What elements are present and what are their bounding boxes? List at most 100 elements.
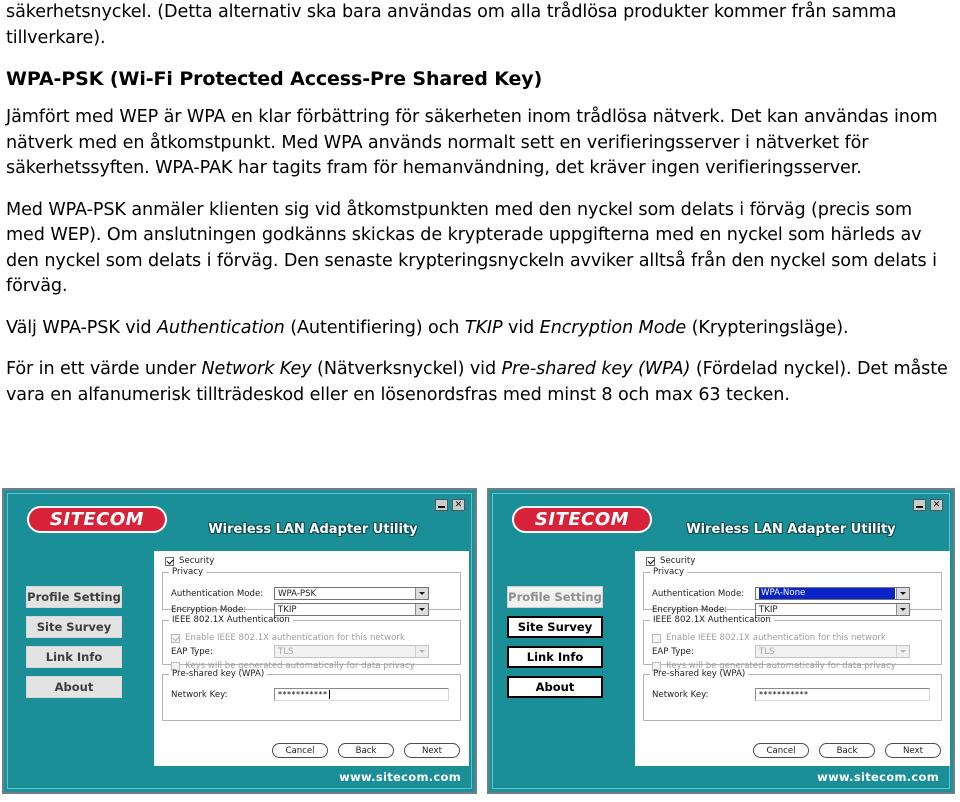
network-key-label: Network Key:: [652, 689, 709, 700]
encryption-mode-value: TKIP: [759, 604, 778, 615]
authentication-mode-row: Authentication Mode: WPA-None: [652, 587, 910, 600]
footer-url: www.sitecom.com: [817, 770, 939, 784]
screenshot-left: ✕ SITECOM Wireless LAN Adapter Utility P…: [2, 488, 477, 794]
screenshot-figures: ✕ SITECOM Wireless LAN Adapter Utility P…: [0, 488, 960, 802]
pre-shared-key-group: Pre-shared key (WPA) Network Key: ******…: [643, 669, 942, 721]
sidebar-item-site-survey[interactable]: Site Survey: [26, 616, 122, 638]
minimize-icon[interactable]: [913, 499, 926, 511]
ieee-8021x-legend: IEEE 802.1X Authentication: [653, 615, 771, 625]
text-caret: [328, 690, 330, 699]
back-button[interactable]: Back: [338, 743, 394, 758]
security-checkbox-row[interactable]: Security: [646, 556, 695, 566]
security-checkbox[interactable]: [165, 556, 174, 566]
eap-type-value: TLS: [278, 646, 294, 657]
network-key-label: Network Key:: [171, 689, 228, 700]
ieee-8021x-group: IEEE 802.1X Authentication Enable IEEE 8…: [643, 615, 942, 671]
authentication-mode-value: WPA-PSK: [278, 588, 317, 599]
term-network-key: Network Key: [201, 359, 312, 379]
cancel-button[interactable]: Cancel: [753, 743, 809, 758]
sidebar-item-about[interactable]: About: [26, 676, 122, 698]
sidebar-nav: Profile Setting Site Survey Link Info Ab…: [507, 586, 603, 706]
text-run: Välj WPA-PSK vid: [6, 317, 157, 338]
sitecom-logo: SITECOM: [27, 506, 167, 533]
app-title: Wireless LAN Adapter Utility: [208, 522, 418, 537]
paragraph-select-instructions: Välj WPA-PSK vid Authentication (Autenti…: [6, 316, 954, 342]
text-run: (Krypteringsläge).: [686, 317, 849, 338]
chevron-down-icon[interactable]: [896, 646, 909, 657]
text-run: För in ett värde under: [6, 359, 202, 379]
enable-8021x-row[interactable]: Enable IEEE 802.1X authentication for th…: [652, 633, 886, 643]
network-key-value: ***********: [278, 690, 328, 699]
chevron-down-icon[interactable]: [415, 646, 428, 657]
term-tkip: TKIP: [464, 317, 503, 338]
footer-url: www.sitecom.com: [339, 770, 461, 784]
next-button[interactable]: Next: [404, 743, 460, 758]
sidebar-nav: Profile Setting Site Survey Link Info Ab…: [26, 586, 122, 706]
chevron-down-icon[interactable]: [415, 588, 428, 599]
pre-shared-key-legend: Pre-shared key (WPA): [172, 669, 265, 679]
authentication-mode-label: Authentication Mode:: [652, 588, 745, 599]
next-button[interactable]: Next: [885, 743, 941, 758]
cancel-button[interactable]: Cancel: [272, 743, 328, 758]
privacy-legend: Privacy: [653, 567, 685, 577]
enable-8021x-row[interactable]: Enable IEEE 802.1X authentication for th…: [171, 633, 405, 643]
enable-8021x-checkbox[interactable]: [652, 633, 661, 643]
term-authentication: Authentication: [156, 317, 285, 338]
security-checkbox[interactable]: [646, 556, 655, 566]
window-controls: ✕: [913, 499, 943, 511]
screenshot-right: ✕ SITECOM Wireless LAN Adapter Utility P…: [487, 488, 955, 794]
security-checkbox-row[interactable]: Security: [165, 556, 214, 566]
encryption-mode-label: Encryption Mode:: [171, 604, 247, 615]
security-label: Security: [660, 556, 696, 566]
window-controls: ✕: [435, 499, 465, 511]
pre-shared-key-group: Pre-shared key (WPA) Network Key: ******…: [162, 669, 461, 721]
security-form-card: Security Privacy Authentication Mode: WP…: [635, 551, 950, 766]
network-key-input[interactable]: ***********: [755, 688, 930, 701]
sitecom-logo-text: SITECOM: [534, 509, 630, 530]
authentication-mode-label: Authentication Mode:: [171, 588, 264, 599]
chevron-down-icon[interactable]: [896, 604, 909, 615]
sidebar-item-link-info[interactable]: Link Info: [26, 646, 122, 668]
eap-type-row: EAP Type: TLS: [652, 645, 910, 658]
document-body: säkerhetsnyckel. (Detta alternativ ska b…: [6, 0, 954, 424]
term-pre-shared-key: Pre-shared key (WPA): [501, 359, 691, 379]
network-key-value: ***********: [759, 690, 809, 699]
enable-8021x-checkbox[interactable]: [171, 633, 180, 643]
sidebar-item-profile-setting[interactable]: Profile Setting: [507, 586, 603, 608]
paragraph-wep-comparison: Jämfört med WEP är WPA en klar förbättri…: [6, 107, 938, 178]
eap-type-row: EAP Type: TLS: [171, 645, 429, 658]
encryption-mode-value: TKIP: [278, 604, 297, 615]
sidebar-item-site-survey[interactable]: Site Survey: [507, 616, 603, 638]
minimize-icon[interactable]: [435, 499, 448, 511]
close-icon[interactable]: ✕: [452, 499, 465, 511]
eap-type-select[interactable]: TLS: [755, 645, 910, 658]
dialog-button-row: Cancel Back Next: [753, 743, 941, 758]
back-button[interactable]: Back: [819, 743, 875, 758]
privacy-group: Privacy Authentication Mode: WPA-None En…: [643, 567, 942, 616]
security-label: Security: [179, 556, 215, 566]
page-title: WPA-PSK (Wi-Fi Protected Access-Pre Shar…: [6, 68, 543, 90]
chevron-down-icon[interactable]: [415, 604, 428, 615]
network-key-row: Network Key: ***********: [171, 688, 449, 701]
sitecom-logo-text: SITECOM: [49, 509, 145, 530]
sidebar-item-link-info[interactable]: Link Info: [507, 646, 603, 668]
network-key-input[interactable]: ***********: [274, 688, 449, 701]
privacy-legend: Privacy: [172, 567, 204, 577]
paragraph-psk-explanation: Med WPA-PSK anmäler klienten sig vid åtk…: [6, 199, 937, 297]
eap-type-label: EAP Type:: [171, 646, 213, 657]
chevron-down-icon[interactable]: [896, 588, 909, 599]
eap-type-select[interactable]: TLS: [274, 645, 429, 658]
ieee-8021x-legend: IEEE 802.1X Authentication: [172, 615, 290, 625]
encryption-mode-label: Encryption Mode:: [652, 604, 728, 615]
authentication-mode-row: Authentication Mode: WPA-PSK: [171, 587, 429, 600]
eap-type-value: TLS: [759, 646, 775, 657]
text-run: (Nätverksnyckel) vid: [311, 359, 502, 379]
enable-8021x-label: Enable IEEE 802.1X authentication for th…: [185, 633, 405, 643]
paragraph-network-key-instructions: För in ett värde under Network Key (Nätv…: [6, 357, 954, 408]
text-run: vid: [502, 317, 540, 338]
sidebar-item-profile-setting[interactable]: Profile Setting: [26, 586, 122, 608]
authentication-mode-select[interactable]: WPA-None: [755, 587, 910, 600]
authentication-mode-select[interactable]: WPA-PSK: [274, 587, 429, 600]
close-icon[interactable]: ✕: [930, 499, 943, 511]
sidebar-item-about[interactable]: About: [507, 676, 603, 698]
